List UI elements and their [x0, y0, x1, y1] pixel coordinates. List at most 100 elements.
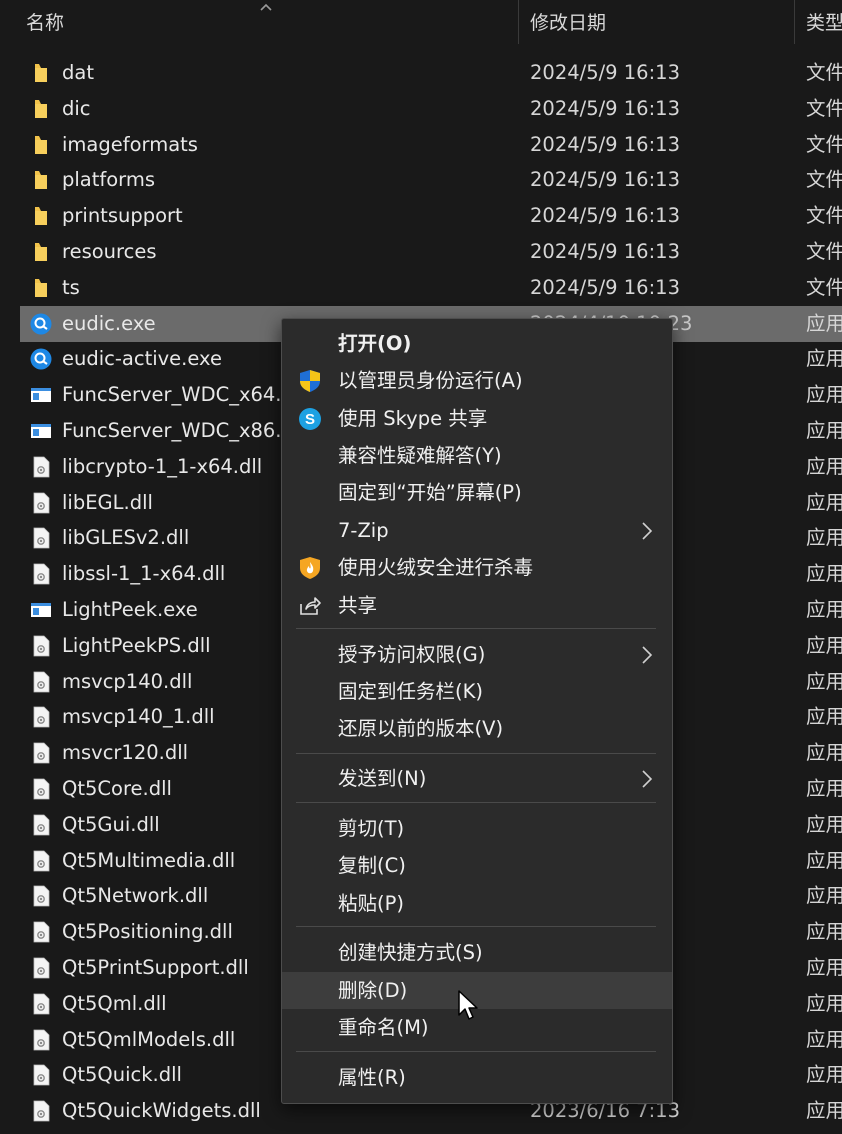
menu-item-open[interactable]: 打开(O) — [282, 325, 672, 362]
folder-icon — [30, 134, 52, 156]
file-type: 文件 — [806, 132, 842, 156]
file-name: printsupport — [62, 204, 183, 228]
context-menu: 打开(O) 以管理员身份运行(A) S 使用 Skype 共享 兼容性疑难解答(Y) 固定… — [281, 318, 673, 1104]
folder-icon — [30, 277, 52, 299]
dll-file-icon — [30, 492, 52, 514]
file-name: imageformats — [62, 132, 198, 156]
dll-file-icon — [30, 563, 52, 585]
file-type: 应用 — [806, 526, 842, 550]
file-type: 应用 — [806, 1063, 842, 1087]
menu-item-cut[interactable]: 剪切(T) — [282, 810, 672, 847]
file-modified-date: 2024/5/9 16:13 — [530, 275, 680, 299]
uac-shield-icon — [298, 369, 322, 393]
exe-window-icon — [30, 599, 52, 621]
file-type: 应用 — [806, 598, 842, 621]
menu-item-pin-to-start[interactable]: 固定到“开始”屏幕(P) — [282, 474, 672, 511]
menu-item-create-shortcut[interactable]: 创建快捷方式(S) — [282, 934, 672, 971]
file-type: 应用 — [806, 991, 842, 1015]
svg-text:S: S — [305, 411, 315, 428]
file-row[interactable]: imageformats 2024/5/9 16:13 文件 — [0, 127, 842, 163]
menu-item-label: 复制(C) — [338, 854, 406, 877]
file-type: 文件 — [806, 96, 842, 120]
menu-item-label: 发送到(N) — [338, 767, 427, 790]
mouse-cursor-icon — [457, 989, 479, 1023]
folder-icon — [30, 169, 52, 191]
file-type: 应用 — [806, 347, 842, 371]
file-type: 应用 — [806, 669, 842, 693]
dll-file-icon — [30, 1064, 52, 1086]
file-modified-date: 2024/5/9 16:13 — [530, 240, 680, 263]
menu-item-compat-troubleshoot[interactable]: 兼容性疑难解答(Y) — [282, 437, 672, 474]
file-row[interactable]: ts 2024/5/9 16:13 文件 — [0, 270, 842, 306]
menu-item-pin-to-taskbar[interactable]: 固定到任务栏(K) — [282, 673, 672, 710]
folder-icon — [30, 205, 52, 227]
menu-item-run-as-admin[interactable]: 以管理员身份运行(A) — [282, 362, 672, 399]
file-row[interactable]: dic 2024/5/9 16:13 文件 — [0, 91, 842, 127]
file-row[interactable]: dat 2024/5/9 16:13 文件 — [0, 55, 842, 91]
file-type: 文件 — [806, 275, 842, 299]
dll-file-icon — [30, 742, 52, 764]
eudic-app-icon — [30, 348, 52, 370]
file-type: 文件 — [806, 204, 842, 228]
file-name: platforms — [62, 168, 156, 192]
dll-file-icon — [30, 814, 52, 836]
dll-file-icon — [30, 885, 52, 907]
file-row[interactable]: printsupport 2024/5/9 16:13 文件 — [0, 198, 842, 234]
dll-file-icon — [30, 527, 52, 549]
file-type: 应用 — [806, 562, 842, 586]
dll-file-icon — [30, 635, 52, 657]
file-name: resources — [62, 240, 157, 263]
menu-separator — [296, 753, 656, 754]
file-modified-date: 2024/5/9 16:13 — [530, 168, 680, 192]
folder-icon — [30, 241, 52, 263]
file-type: 应用 — [806, 777, 842, 800]
chevron-right-icon — [640, 769, 654, 789]
dll-file-icon — [30, 456, 52, 478]
menu-item-restore-previous[interactable]: 还原以前的版本(V) — [282, 710, 672, 747]
menu-item-label: 剪切(T) — [338, 817, 405, 840]
file-type: 应用 — [806, 633, 842, 657]
menu-separator — [296, 1051, 656, 1052]
column-date-header[interactable]: 修改日期 — [530, 0, 790, 46]
menu-item-label: 以管理员身份运行(A) — [338, 369, 523, 392]
menu-item-send-to[interactable]: 发送到(N) — [282, 760, 672, 797]
file-type: 应用 — [806, 419, 842, 442]
menu-item-label: 重命名(M) — [338, 1016, 429, 1039]
menu-separator — [296, 926, 656, 927]
file-type: 应用 — [806, 490, 842, 514]
menu-item-paste[interactable]: 粘贴(P) — [282, 885, 672, 922]
file-row[interactable]: platforms 2024/5/9 16:13 文件 — [0, 162, 842, 198]
menu-item-label: 粘贴(P) — [338, 892, 404, 915]
column-type-header[interactable]: 类型 — [806, 0, 842, 46]
file-name: ts — [62, 275, 80, 299]
file-type: 文件 — [806, 168, 842, 192]
eudic-app-icon — [30, 313, 52, 335]
file-row[interactable]: resources 2024/5/9 16:13 文件 — [0, 234, 842, 270]
menu-item-share-skype[interactable]: S 使用 Skype 共享 — [282, 400, 672, 437]
folder-icon — [30, 98, 52, 120]
menu-item-huorong-scan[interactable]: 使用火绒安全进行杀毒 — [282, 549, 672, 586]
chevron-right-icon — [640, 645, 654, 665]
menu-item-7zip[interactable]: 7-Zip — [282, 512, 672, 549]
menu-item-label: 固定到任务栏(K) — [338, 680, 484, 703]
menu-item-share[interactable]: 共享 — [282, 587, 672, 624]
menu-item-grant-access[interactable]: 授予访问权限(G) — [282, 636, 672, 673]
dll-file-icon — [30, 706, 52, 728]
menu-item-properties[interactable]: 属性(R) — [282, 1059, 672, 1096]
column-separator[interactable] — [518, 0, 519, 44]
huorong-shield-icon — [298, 556, 322, 580]
file-type: 应用 — [806, 705, 842, 729]
file-type: 应用 — [806, 311, 842, 335]
menu-item-label: 属性(R) — [338, 1066, 406, 1089]
menu-item-label: 共享 — [338, 594, 378, 617]
dll-file-icon — [30, 957, 52, 979]
column-separator[interactable] — [794, 0, 795, 44]
menu-item-label: 还原以前的版本(V) — [338, 717, 504, 740]
menu-item-label: 7-Zip — [338, 519, 389, 542]
dll-file-icon — [30, 778, 52, 800]
file-type: 应用 — [806, 848, 842, 872]
menu-item-label: 创建快捷方式(S) — [338, 941, 483, 964]
menu-item-copy[interactable]: 复制(C) — [282, 847, 672, 884]
file-name: dic — [62, 96, 91, 120]
exe-window-icon — [30, 384, 52, 406]
